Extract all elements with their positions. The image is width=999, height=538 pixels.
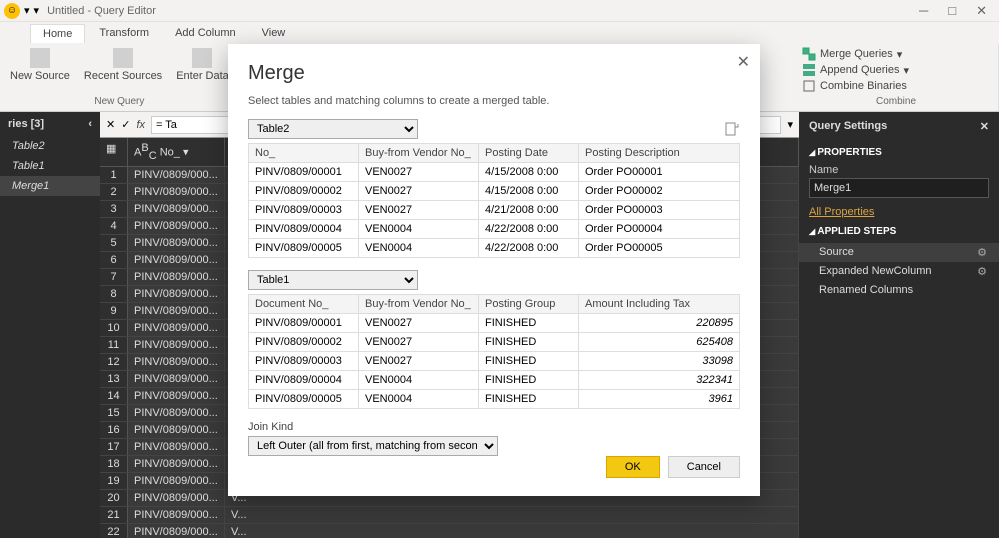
- formula-dropdown-icon[interactable]: ▾: [787, 118, 793, 131]
- table-row[interactable]: PINV/0809/00002VEN00274/15/2008 0:00Orde…: [249, 182, 740, 201]
- dialog-close-icon[interactable]: ✕: [737, 52, 750, 72]
- table-row[interactable]: PINV/0809/00001VEN0027FINISHED220895: [249, 314, 740, 333]
- col-header[interactable]: Buy-from Vendor No_: [359, 144, 479, 163]
- window-title: Untitled - Query Editor: [47, 5, 156, 17]
- name-label: Name: [799, 164, 999, 176]
- fx-label: fx: [136, 119, 145, 131]
- save-icon[interactable]: ▾: [24, 4, 30, 17]
- query-settings-header: Query Settings: [809, 120, 887, 133]
- chevron-down-icon: ▾: [897, 48, 903, 61]
- maximize-button[interactable]: □: [948, 3, 956, 19]
- quick-access-toolbar: ▾ ▾: [24, 4, 39, 17]
- qat-dropdown-icon[interactable]: ▾: [34, 4, 40, 17]
- applied-step[interactable]: Expanded NewColumn⚙: [799, 262, 999, 281]
- first-table-preview[interactable]: No_Buy-from Vendor No_Posting DatePostin…: [248, 143, 740, 258]
- table-row[interactable]: PINV/0809/00002VEN0027FINISHED625408: [249, 333, 740, 352]
- tab-home[interactable]: Home: [30, 24, 85, 43]
- merge-icon: [802, 47, 816, 61]
- table-row[interactable]: PINV/0809/00003VEN00274/21/2008 0:00Orde…: [249, 201, 740, 220]
- collapse-queries-icon[interactable]: ‹: [88, 118, 92, 130]
- dialog-description: Select tables and matching columns to cr…: [248, 95, 740, 107]
- title-bar: ☺ ▾ ▾ Untitled - Query Editor ─ □ ✕: [0, 0, 999, 22]
- col-header[interactable]: Amount Including Tax: [579, 295, 740, 314]
- col-header[interactable]: Posting Date: [479, 144, 579, 163]
- cancel-formula-icon[interactable]: ✕: [106, 118, 115, 131]
- col-header[interactable]: Buy-from Vendor No_: [359, 295, 479, 314]
- join-kind-select[interactable]: Left Outer (all from first, matching fro…: [248, 436, 498, 456]
- recent-sources-icon: [113, 48, 133, 68]
- query-name-input[interactable]: [809, 178, 989, 198]
- second-table-preview[interactable]: Document No_Buy-from Vendor No_Posting G…: [248, 294, 740, 409]
- applied-step[interactable]: Renamed Columns: [799, 281, 999, 299]
- recent-sources-button[interactable]: Recent Sources: [80, 46, 166, 84]
- tab-transform[interactable]: Transform: [87, 24, 161, 42]
- query-settings-pane: Query Settings ✕ PROPERTIES Name All Prop…: [799, 112, 999, 538]
- dialog-title: Merge: [248, 62, 740, 85]
- table-row[interactable]: PINV/0809/00003VEN0027FINISHED33098: [249, 352, 740, 371]
- expand-table-icon[interactable]: [724, 121, 740, 137]
- combine-binaries-button[interactable]: Combine Binaries: [800, 78, 992, 94]
- query-item-table1[interactable]: Table1: [0, 156, 100, 176]
- group-label-new-query: New Query: [6, 96, 233, 109]
- enter-data-button[interactable]: Enter Data: [172, 46, 233, 84]
- first-table-select[interactable]: Table2: [248, 119, 418, 139]
- col-header[interactable]: Posting Group: [479, 295, 579, 314]
- enter-data-icon: [192, 48, 212, 68]
- merge-dialog: ✕ Merge Select tables and matching colum…: [228, 44, 760, 496]
- query-item-merge1[interactable]: Merge1: [0, 176, 100, 196]
- tab-view[interactable]: View: [250, 24, 298, 42]
- applied-steps-section: APPLIED STEPS: [799, 220, 999, 243]
- gear-icon[interactable]: ⚙: [977, 265, 987, 278]
- properties-section: PROPERTIES: [799, 141, 999, 164]
- col-header[interactable]: Posting Description: [579, 144, 740, 163]
- queries-pane: ries [3] ‹ Table2Table1Merge1: [0, 112, 100, 538]
- tab-add-column[interactable]: Add Column: [163, 24, 248, 42]
- col-header[interactable]: Document No_: [249, 295, 359, 314]
- chevron-down-icon: ▾: [904, 64, 910, 77]
- new-source-button[interactable]: New Source: [6, 46, 74, 84]
- second-table-select[interactable]: Table1: [248, 270, 418, 290]
- close-button[interactable]: ✕: [976, 3, 987, 19]
- join-kind-label: Join Kind: [248, 421, 740, 433]
- append-icon: [802, 63, 816, 77]
- gear-icon[interactable]: ⚙: [977, 246, 987, 259]
- applied-step[interactable]: Source⚙: [799, 243, 999, 262]
- grid-row[interactable]: 22PINV/0809/000...V...: [100, 524, 799, 538]
- ok-button[interactable]: OK: [606, 456, 660, 478]
- column-header-no[interactable]: ABC No_ ▾: [128, 138, 225, 166]
- cancel-button[interactable]: Cancel: [668, 456, 740, 478]
- combine-binaries-icon: [802, 79, 816, 93]
- queries-header: ries [3]: [8, 118, 44, 130]
- table-row[interactable]: PINV/0809/00001VEN00274/15/2008 0:00Orde…: [249, 163, 740, 182]
- accept-formula-icon[interactable]: ✓: [121, 118, 130, 131]
- close-settings-icon[interactable]: ✕: [980, 120, 989, 133]
- table-row[interactable]: PINV/0809/00004VEN0004FINISHED322341: [249, 371, 740, 390]
- ribbon-tabs: Home Transform Add Column View: [0, 22, 999, 44]
- grid-row[interactable]: 21PINV/0809/000...V...: [100, 507, 799, 524]
- new-source-icon: [30, 48, 50, 68]
- merge-queries-button[interactable]: Merge Queries ▾: [800, 46, 992, 62]
- all-properties-link[interactable]: All Properties: [799, 204, 999, 220]
- group-label-combine: Combine: [800, 96, 992, 109]
- minimize-button[interactable]: ─: [919, 3, 928, 19]
- app-icon: ☺: [4, 3, 20, 19]
- append-queries-button[interactable]: Append Queries ▾: [800, 62, 992, 78]
- col-header[interactable]: No_: [249, 144, 359, 163]
- query-item-table2[interactable]: Table2: [0, 136, 100, 156]
- table-row[interactable]: PINV/0809/00005VEN00044/22/2008 0:00Orde…: [249, 239, 740, 258]
- table-row[interactable]: PINV/0809/00004VEN00044/22/2008 0:00Orde…: [249, 220, 740, 239]
- grid-corner[interactable]: ▦: [100, 138, 128, 166]
- table-row[interactable]: PINV/0809/00005VEN0004FINISHED3961: [249, 390, 740, 409]
